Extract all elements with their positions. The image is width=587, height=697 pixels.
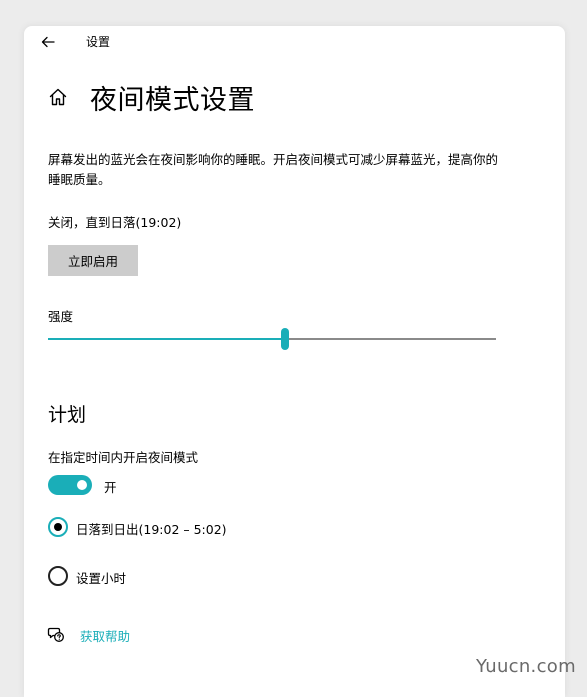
- settings-window: 设置 夜间模式设置 屏幕发出的蓝光会在夜间影响你的睡眠。开启夜间模式可减少屏幕蓝…: [24, 26, 565, 697]
- slider-thumb[interactable]: [281, 328, 289, 350]
- app-title: 设置: [86, 35, 111, 49]
- strength-label: 强度: [48, 309, 74, 324]
- strength-slider[interactable]: [48, 328, 496, 350]
- schedule-heading: 计划: [48, 404, 87, 426]
- chat-question-icon: [47, 627, 64, 642]
- watermark-text: Yuucn.com: [476, 656, 576, 677]
- back-button[interactable]: [38, 32, 58, 52]
- description-text: 屏幕发出的蓝光会在夜间影响你的睡眠。开启夜间模式可减少屏幕蓝光，提高你的睡眠质量…: [48, 152, 499, 187]
- radio-sunset-to-sunrise[interactable]: [48, 517, 68, 537]
- page-title: 夜间模式设置: [90, 85, 255, 116]
- arrow-left-icon: [41, 36, 55, 48]
- schedule-toggle-label: 在指定时间内开启夜间模式: [48, 450, 199, 465]
- toggle-knob: [77, 480, 87, 490]
- radio-label-set-hours[interactable]: 设置小时: [76, 568, 126, 587]
- enable-now-button[interactable]: 立即启用: [48, 245, 138, 276]
- schedule-toggle[interactable]: [48, 475, 92, 495]
- toggle-state-label: 开: [104, 480, 117, 495]
- slider-fill: [48, 338, 285, 340]
- status-text: 关闭，直到日落(19:02): [48, 215, 182, 230]
- radio-label-sunset-to-sunrise[interactable]: 日落到日出(19:02 – 5:02): [76, 519, 227, 538]
- get-help-link[interactable]: 获取帮助: [80, 626, 130, 645]
- radio-set-hours[interactable]: [48, 566, 68, 586]
- home-icon[interactable]: [48, 87, 68, 107]
